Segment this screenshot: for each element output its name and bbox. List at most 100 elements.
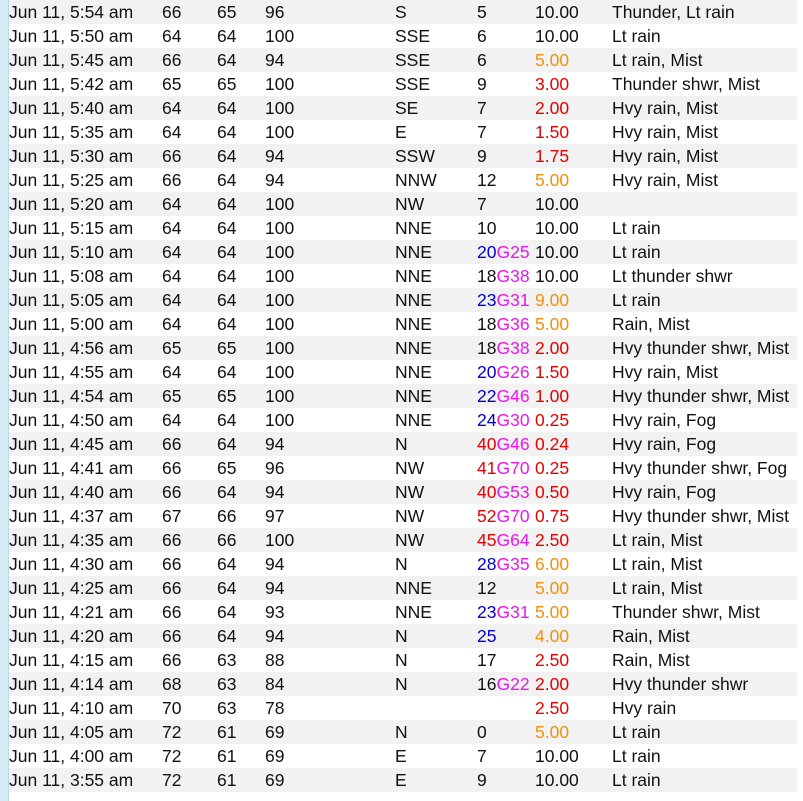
temperature-cell: 65 — [162, 336, 217, 360]
temperature-cell: 66 — [162, 0, 217, 24]
wind-speed-cell: 41G70 — [477, 456, 535, 480]
wind-direction-value: NNE — [395, 266, 432, 286]
wind-direction-value: NNE — [395, 602, 432, 622]
visibility-cell: 5.00 — [535, 168, 612, 192]
wind-speed-cell — [477, 696, 535, 720]
wind-speed-cell: 18G38 — [477, 264, 535, 288]
time-value: Jun 11, 4:00 am — [9, 746, 134, 766]
humidity-value: 100 — [265, 26, 295, 46]
time-value: Jun 11, 5:15 am — [9, 218, 134, 238]
time-value: Jun 11, 5:20 am — [9, 194, 134, 214]
dewpoint-cell: 63 — [217, 648, 265, 672]
humidity-value: 100 — [265, 386, 295, 406]
temperature-cell: 66 — [162, 144, 217, 168]
humidity-cell: 100 — [265, 240, 395, 264]
humidity-value: 100 — [265, 74, 295, 94]
conditions-cell: Lt rain — [612, 768, 798, 792]
wind-speed-value: 7 — [477, 122, 487, 142]
humidity-cell: 94 — [265, 48, 395, 72]
table-row: Jun 11, 4:41 am 66 65 96 NW 41G70 0.25 Hvy thun… — [9, 456, 803, 480]
visibility-value: 9.00 — [535, 290, 570, 310]
wind-speed-value: 52 — [477, 506, 497, 526]
time-value: Jun 11, 4:10 am — [9, 698, 134, 718]
temperature-value: 66 — [162, 602, 182, 622]
wind-direction-cell: N — [395, 672, 477, 696]
wind-direction-value: NNE — [395, 338, 432, 358]
humidity-cell: 69 — [265, 720, 395, 744]
temperature-value: 64 — [162, 362, 182, 382]
visibility-cell: 2.00 — [535, 96, 612, 120]
time-value: Jun 11, 4:50 am — [9, 410, 134, 430]
visibility-value: 0.25 — [535, 410, 570, 430]
wind-direction-cell: NNE — [395, 264, 477, 288]
wind-direction-value: N — [395, 674, 408, 694]
table-row: Jun 11, 5:10 am 64 64 100 NNE 20G25 10.00 Lt ra… — [9, 240, 803, 264]
wind-speed-cell: 28G35 — [477, 552, 535, 576]
wind-direction-value: NNE — [395, 242, 432, 262]
visibility-cell: 5.00 — [535, 576, 612, 600]
wind-direction-value: NNE — [395, 218, 432, 238]
visibility-value: 6.00 — [535, 554, 570, 574]
time-cell: Jun 11, 4:35 am — [9, 528, 162, 552]
wind-speed-cell: 16G22 — [477, 672, 535, 696]
wind-gust-value: G35 — [496, 554, 530, 574]
temperature-cell: 66 — [162, 648, 217, 672]
temperature-value: 70 — [162, 698, 182, 718]
dewpoint-value: 64 — [217, 122, 237, 142]
humidity-cell: 100 — [265, 528, 395, 552]
dewpoint-value: 64 — [217, 98, 237, 118]
humidity-cell: 100 — [265, 120, 395, 144]
wind-direction-cell: SE — [395, 96, 477, 120]
dewpoint-cell: 65 — [217, 72, 265, 96]
conditions-value: Hvy rain, Mist — [612, 98, 718, 118]
visibility-value: 10.00 — [535, 770, 579, 790]
temperature-value: 66 — [162, 146, 182, 166]
wind-gust-value: G70 — [496, 506, 530, 526]
visibility-cell: 0.25 — [535, 408, 612, 432]
humidity-cell: 94 — [265, 480, 395, 504]
temperature-value: 64 — [162, 98, 182, 118]
wind-speed-value: 40 — [477, 434, 497, 454]
wind-speed-value: 5 — [477, 2, 487, 22]
conditions-cell: Lt rain — [612, 216, 798, 240]
temperature-value: 66 — [162, 50, 182, 70]
humidity-cell: 100 — [265, 312, 395, 336]
visibility-cell: 1.75 — [535, 144, 612, 168]
dewpoint-value: 64 — [217, 50, 237, 70]
conditions-cell: Hvy thunder shwr, Fog — [612, 456, 798, 480]
time-cell: Jun 11, 5:10 am — [9, 240, 162, 264]
time-cell: Jun 11, 4:25 am — [9, 576, 162, 600]
dewpoint-cell: 66 — [217, 528, 265, 552]
conditions-value: Hvy thunder shwr, Fog — [612, 458, 788, 478]
table-row: Jun 11, 5:15 am 64 64 100 NNE 10 10.00 Lt rain — [9, 216, 803, 240]
wind-speed-value: 6 — [477, 50, 487, 70]
visibility-cell: 10.00 — [535, 216, 612, 240]
visibility-value: 5.00 — [535, 722, 570, 742]
humidity-cell: 100 — [265, 336, 395, 360]
wind-speed-value: 6 — [477, 26, 487, 46]
dewpoint-value: 63 — [217, 674, 237, 694]
humidity-cell: 94 — [265, 168, 395, 192]
dewpoint-value: 64 — [217, 626, 237, 646]
dewpoint-cell: 61 — [217, 744, 265, 768]
temperature-cell: 66 — [162, 576, 217, 600]
temperature-value: 66 — [162, 2, 182, 22]
wind-speed-cell: 7 — [477, 120, 535, 144]
temperature-value: 66 — [162, 530, 182, 550]
conditions-value: Rain, Mist — [612, 626, 690, 646]
time-cell: Jun 11, 4:14 am — [9, 672, 162, 696]
time-value: Jun 11, 4:55 am — [9, 362, 134, 382]
temperature-cell: 66 — [162, 552, 217, 576]
wind-speed-cell: 40G53 — [477, 480, 535, 504]
visibility-value: 0.50 — [535, 482, 570, 502]
time-cell: Jun 11, 4:40 am — [9, 480, 162, 504]
time-value: Jun 11, 5:05 am — [9, 290, 134, 310]
visibility-cell: 5.00 — [535, 48, 612, 72]
humidity-value: 100 — [265, 290, 295, 310]
temperature-cell: 64 — [162, 408, 217, 432]
dewpoint-cell: 64 — [217, 120, 265, 144]
wind-direction-value: E — [395, 122, 407, 142]
humidity-cell: 100 — [265, 216, 395, 240]
wind-speed-cell: 7 — [477, 192, 535, 216]
temperature-cell: 72 — [162, 720, 217, 744]
